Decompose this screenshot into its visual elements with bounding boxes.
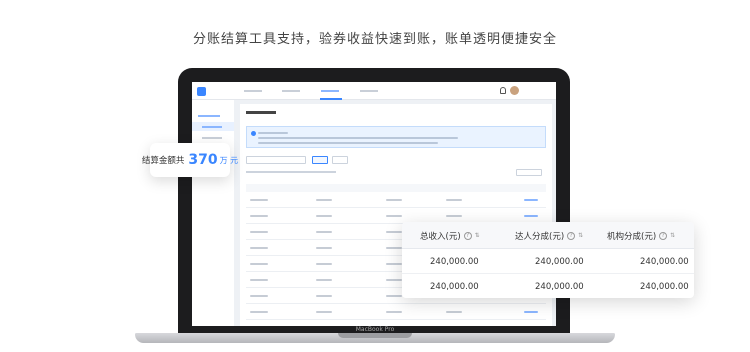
nav-item-active[interactable] (321, 90, 339, 92)
nav-active-indicator (320, 98, 342, 100)
cell-creator-share: 240,000.00 (535, 257, 584, 267)
sort-icon: ⇅ (474, 232, 480, 239)
table-cell (386, 247, 402, 249)
table-cell (386, 231, 402, 233)
column-header-creator-share[interactable]: 达人分成(元)? ⇅ (515, 230, 583, 242)
bell-icon[interactable] (500, 87, 506, 94)
help-circle-icon: ? (463, 232, 472, 240)
panel-title (246, 111, 276, 114)
row-action-link[interactable] (524, 199, 538, 201)
help-circle-icon: ? (659, 232, 668, 240)
sort-icon: ⇅ (578, 232, 584, 239)
cell-creator-share: 240,000.00 (535, 282, 584, 292)
table-cell (386, 295, 402, 297)
column-header-agency-share[interactable]: 机构分成(元)? ⇅ (607, 230, 675, 242)
table-row: 240,000.00 240,000.00 240,000.00 (402, 274, 694, 298)
table-cell (316, 263, 332, 265)
table-cell (386, 311, 402, 313)
avatar[interactable] (510, 86, 519, 95)
top-bar (192, 82, 556, 100)
sidebar-item[interactable] (202, 137, 222, 139)
table-cell (386, 199, 402, 201)
table-cell (446, 311, 462, 313)
headline: 分账结算工具支持，验券收益快速到账，账单透明便捷安全 (192, 32, 557, 47)
table-cell (446, 199, 462, 201)
table-cell (250, 215, 268, 217)
summary-text (246, 171, 336, 173)
table-cell (316, 231, 332, 233)
table-cell (250, 279, 268, 281)
table-row: 240,000.00 240,000.00 240,000.00 (402, 249, 694, 274)
callout-amount: 370 (188, 152, 218, 168)
sidebar-group (198, 115, 220, 117)
row-action-link[interactable] (524, 311, 538, 313)
sidebar-item-active[interactable] (202, 126, 222, 128)
date-range-filter[interactable] (246, 156, 306, 164)
sort-icon: ⇅ (670, 232, 676, 239)
zoomed-table-card: 总收入(元)? ⇅ 达人分成(元)? ⇅ 机构分成(元)? ⇅ 240,000.00 … (402, 222, 694, 298)
table-cell (316, 295, 332, 297)
notice-box (246, 126, 546, 148)
callout-unit: 万 元 (219, 155, 239, 165)
nav-item[interactable] (360, 90, 378, 92)
callout-label: 结算金额共 (141, 156, 185, 166)
table-cell (316, 247, 332, 249)
table-cell (250, 247, 268, 249)
table-cell (446, 215, 462, 217)
filter-option[interactable] (332, 156, 348, 164)
table-cell (250, 231, 268, 233)
info-icon (251, 131, 256, 136)
cell-total-income: 240,000.00 (430, 257, 479, 267)
table-cell (250, 311, 268, 313)
cell-agency-share: 240,000.00 (640, 257, 689, 267)
export-button[interactable] (516, 169, 542, 176)
cell-agency-share: 240,000.00 (640, 282, 689, 292)
table-cell (250, 263, 268, 265)
table-cell (316, 199, 332, 201)
column-header-total-income[interactable]: 总收入(元)? ⇅ (420, 230, 480, 242)
cell-total-income: 240,000.00 (430, 282, 479, 292)
help-circle-icon: ? (567, 232, 576, 240)
filter-option-active[interactable] (312, 156, 328, 164)
notice-text (258, 137, 458, 139)
settlement-callout: 结算金额共 370 万 元 (142, 143, 238, 177)
app-logo-icon (197, 87, 206, 96)
table-header (246, 184, 546, 192)
row-action-link[interactable] (524, 215, 538, 217)
device-brand: MacBook Pro (355, 326, 395, 333)
table-cell (250, 199, 268, 201)
table-cell (316, 279, 332, 281)
table-header: 总收入(元)? ⇅ 达人分成(元)? ⇅ 机构分成(元)? ⇅ (402, 222, 694, 249)
table-row (246, 192, 546, 208)
sidebar (192, 100, 234, 326)
table-cell (250, 295, 268, 297)
table-cell (316, 311, 332, 313)
notice-text (258, 132, 288, 134)
nav-item[interactable] (244, 90, 262, 92)
table-cell (386, 215, 402, 217)
notice-text (258, 142, 438, 144)
nav-item[interactable] (282, 90, 300, 92)
table-row (246, 304, 546, 320)
table-cell (316, 215, 332, 217)
laptop-notch (338, 333, 412, 338)
table-cell (386, 263, 402, 265)
table-cell (386, 279, 402, 281)
